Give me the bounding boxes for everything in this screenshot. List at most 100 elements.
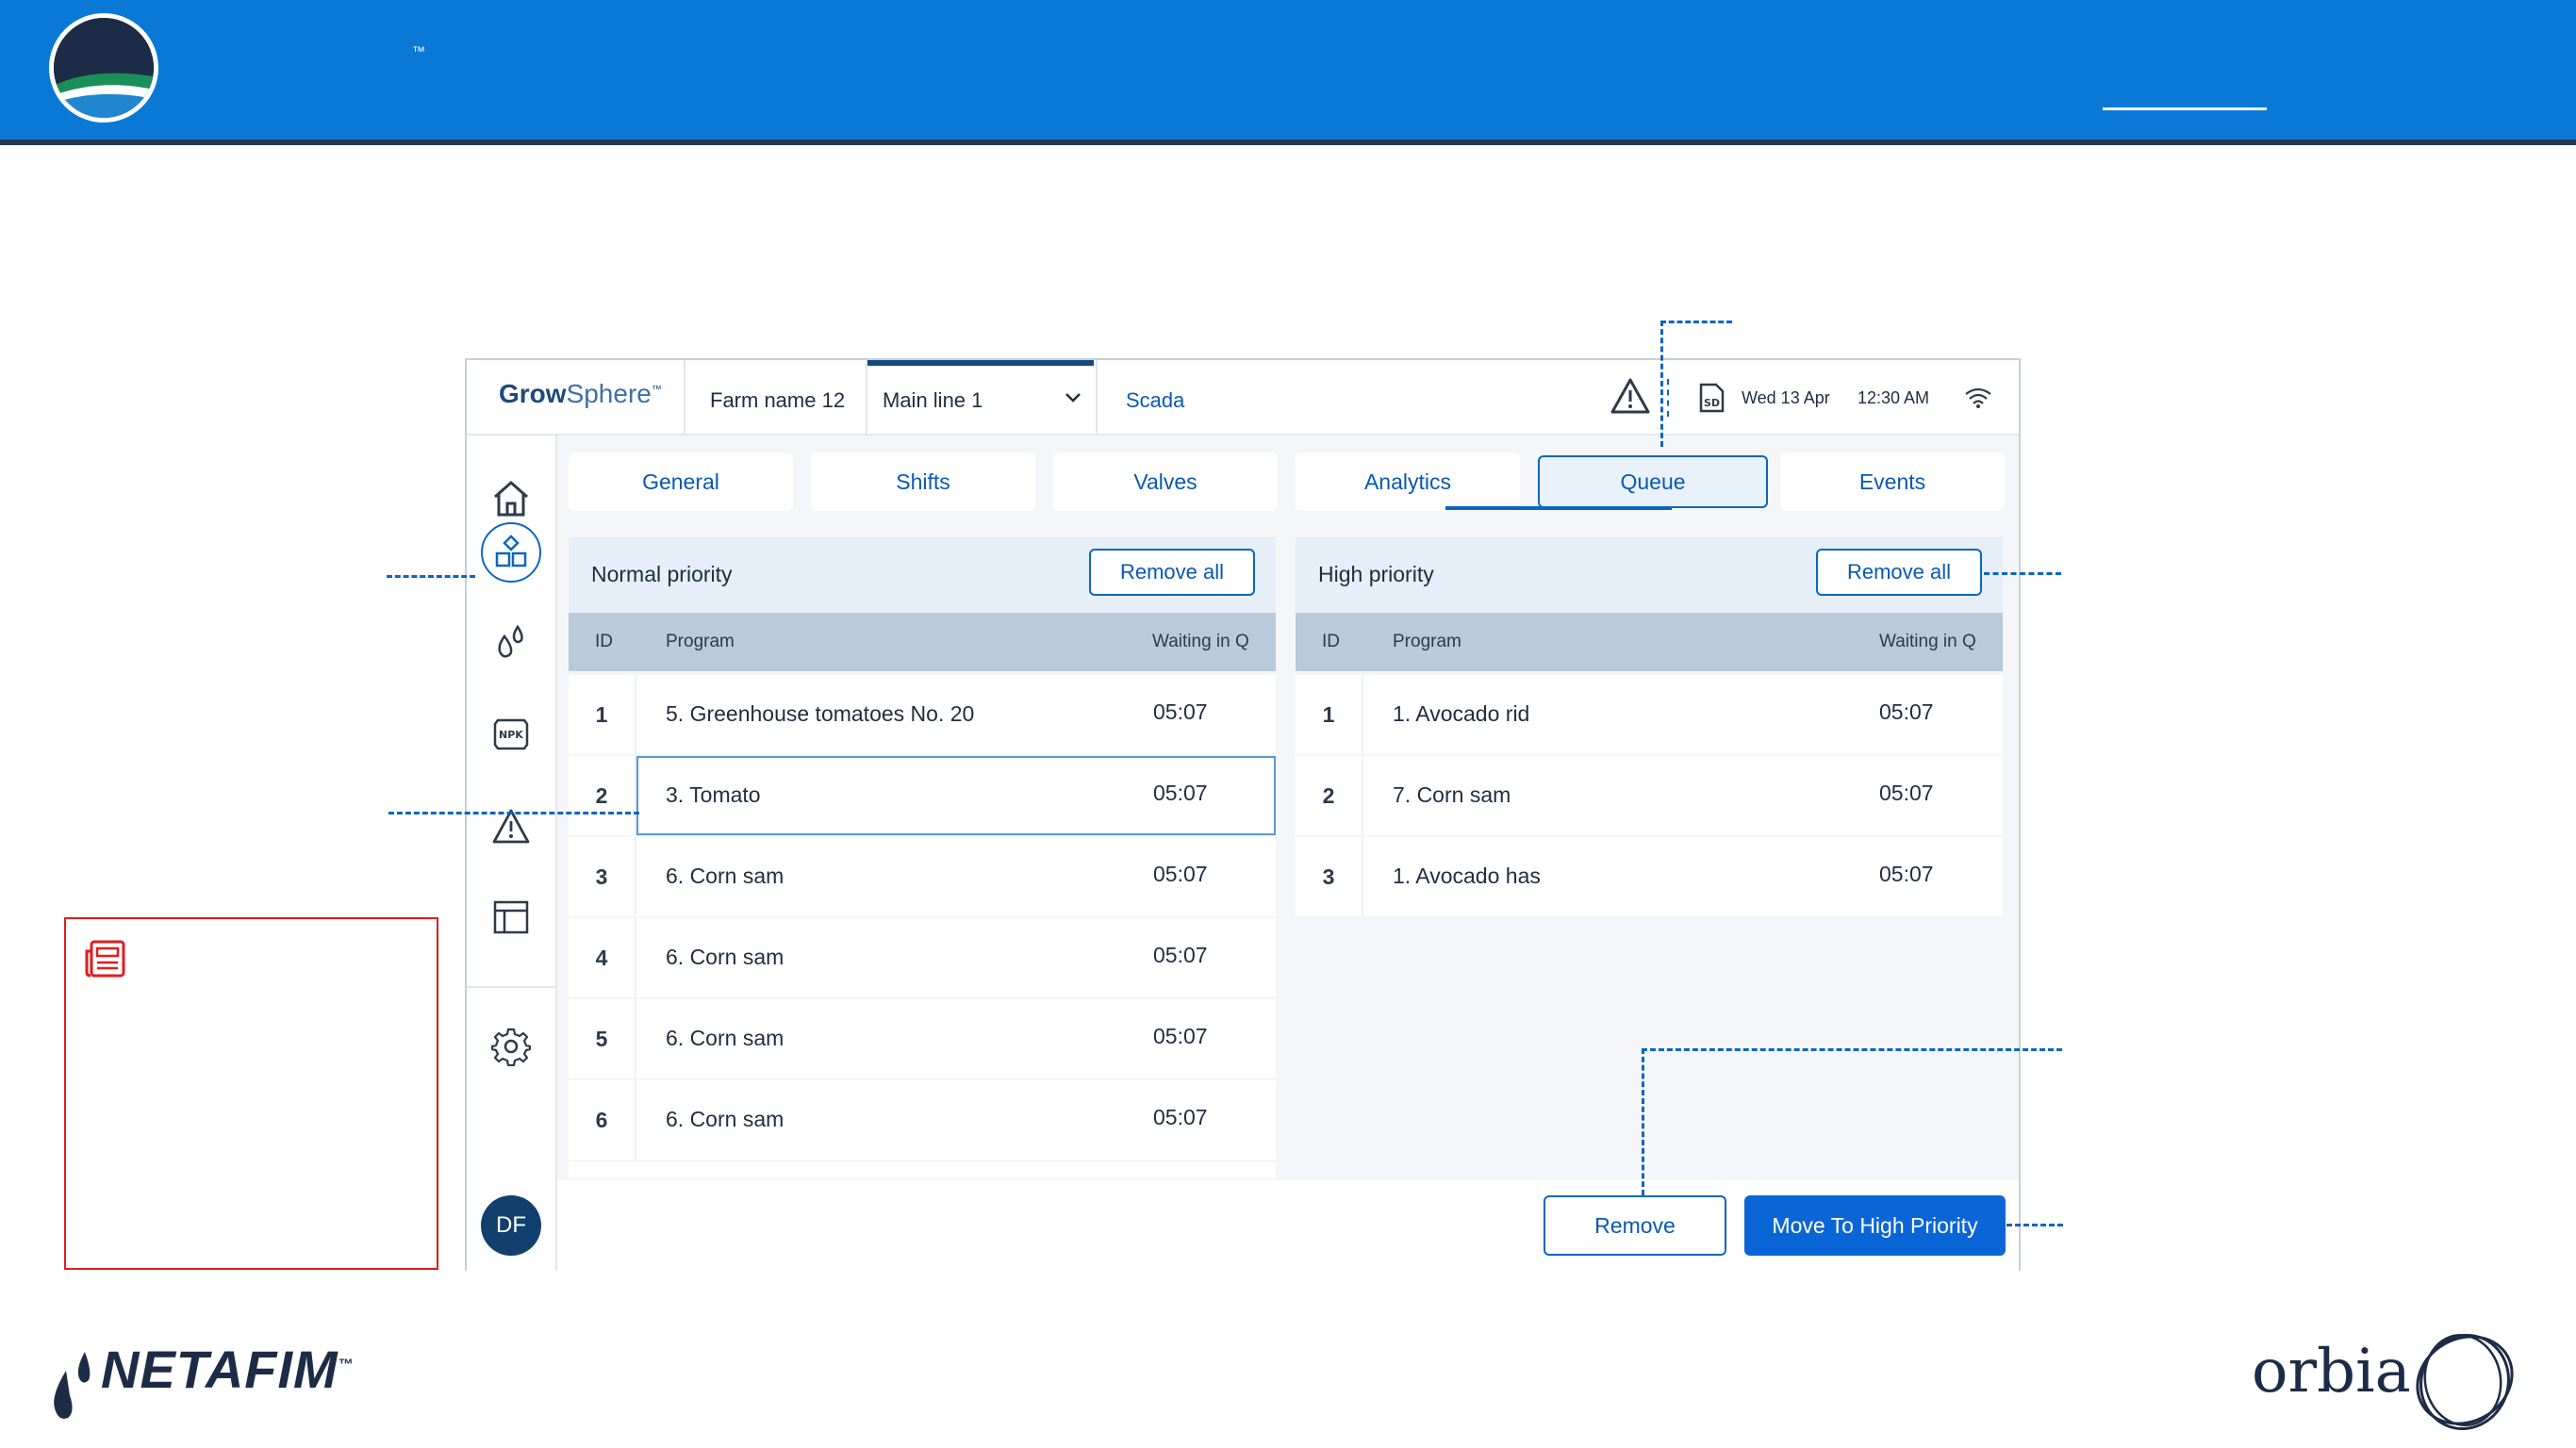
col-program: Program <box>1393 632 1461 651</box>
row-program: 3. Tomato <box>666 782 761 807</box>
queue-nav-icon[interactable] <box>481 522 541 583</box>
app-brand: GrowSphere™ <box>499 379 662 408</box>
sd-card-icon: SD <box>1697 383 1726 418</box>
move-to-high-priority-button[interactable]: Move To High Priority <box>1744 1195 2006 1256</box>
orbia-logo: orbia <box>2252 1337 2411 1407</box>
row-waiting: 05:07 <box>1879 699 1934 724</box>
warning-icon[interactable] <box>1610 377 1651 420</box>
row-id: 1 <box>1296 675 1363 754</box>
annotation-line <box>387 575 475 578</box>
annotation-line <box>1642 1048 2062 1051</box>
topbar-divider <box>684 360 685 434</box>
row-id: 4 <box>569 918 636 997</box>
row-program: 5. Greenhouse tomatoes No. 20 <box>666 701 975 726</box>
row-program: 6. Corn sam <box>666 864 784 888</box>
table-layout-icon[interactable] <box>486 892 537 943</box>
table-row[interactable]: 3 6. Corn sam 05:07 <box>569 837 1276 916</box>
tab-queue[interactable]: Queue <box>1538 455 1768 508</box>
col-id: ID <box>1322 632 1340 651</box>
table-row[interactable]: 1 1. Avocado rid 05:07 <box>1296 675 2003 754</box>
annotation-line <box>388 812 639 814</box>
normal-priority-header: Normal priority Remove all <box>569 537 1276 613</box>
svg-text:NPK: NPK <box>499 729 523 741</box>
normal-column-header: ID Program Waiting in Q <box>569 613 1276 671</box>
annotation-line <box>1660 321 1663 447</box>
main-line-indicator <box>867 360 1094 366</box>
settings-gear-icon[interactable] <box>486 1021 537 1072</box>
col-waiting: Waiting in Q <box>1152 632 1249 651</box>
normal-remove-all-button[interactable]: Remove all <box>1089 549 1255 596</box>
annotation-line <box>1642 1048 1644 1195</box>
high-priority-header: High priority Remove all <box>1296 537 2003 613</box>
table-row[interactable]: 3 1. Avocado has 05:07 <box>1296 837 2003 916</box>
annotation-line <box>1660 321 1732 323</box>
row-waiting: 05:07 <box>1153 781 1208 805</box>
tab-valves[interactable]: Valves <box>1053 452 1278 511</box>
npk-fertilizer-icon[interactable]: NPK <box>486 709 537 760</box>
row-waiting: 05:07 <box>1153 862 1208 886</box>
row-id: 3 <box>569 837 636 916</box>
alarm-warning-icon[interactable] <box>486 801 537 852</box>
current-time: 12:30 AM <box>1858 388 1930 407</box>
banner-divider <box>0 140 2576 145</box>
sidebar: NPK DF <box>467 436 557 1271</box>
main-line-select[interactable]: Main line 1 <box>883 388 983 413</box>
row-waiting: 05:07 <box>1153 1024 1208 1048</box>
chevron-down-icon[interactable] <box>1065 390 1082 408</box>
annotation-line <box>2006 1224 2063 1226</box>
app-topbar: GrowSphere™ Farm name 12 Main line 1 Sca… <box>467 360 2019 436</box>
note-box <box>64 917 438 1270</box>
high-column-header: ID Program Waiting in Q <box>1296 613 2003 671</box>
wifi-icon <box>1964 387 1992 414</box>
row-id: 5 <box>569 999 636 1078</box>
row-id: 3 <box>1296 837 1363 916</box>
table-row[interactable]: 5 6. Corn sam 05:07 <box>569 999 1276 1078</box>
high-remove-all-button[interactable]: Remove all <box>1816 549 1982 596</box>
queue-tab-underline <box>1445 506 1672 510</box>
tab-shifts[interactable]: Shifts <box>811 452 1035 511</box>
col-waiting: Waiting in Q <box>1879 632 1976 651</box>
row-id: 6 <box>569 1080 636 1160</box>
netafim-drop-icon <box>45 1350 98 1430</box>
table-row[interactable]: 4 6. Corn sam 05:07 <box>569 918 1276 997</box>
newspaper-note-icon <box>83 938 128 986</box>
tab-analytics[interactable]: Analytics <box>1296 452 1520 511</box>
topbar-divider <box>1096 360 1098 434</box>
normal-priority-title: Normal priority <box>591 562 733 586</box>
annotation-marker <box>1667 379 1669 417</box>
orbia-rings-icon <box>2408 1324 2521 1441</box>
netafim-logo: NETAFIM™ <box>101 1340 355 1399</box>
col-program: Program <box>666 632 735 651</box>
table-row[interactable]: 1 5. Greenhouse tomatoes No. 20 05:07 <box>569 675 1276 754</box>
annotation-line <box>1984 572 2061 575</box>
scada-link[interactable]: Scada <box>1126 388 1184 413</box>
table-row-selected[interactable]: 2 3. Tomato 05:07 <box>569 756 1276 835</box>
topbar-divider <box>866 360 867 434</box>
tab-events[interactable]: Events <box>1780 452 2005 511</box>
row-program: 6. Corn sam <box>666 945 784 969</box>
row-waiting: 05:07 <box>1153 943 1208 967</box>
app-window: GrowSphere™ Farm name 12 Main line 1 Sca… <box>465 358 2021 1271</box>
row-waiting: 05:07 <box>1153 699 1208 724</box>
trademark-symbol: ™ <box>412 43 425 58</box>
remove-button[interactable]: Remove <box>1544 1195 1726 1256</box>
user-avatar[interactable]: DF <box>481 1195 541 1256</box>
row-id: 2 <box>569 756 636 835</box>
row-program: 6. Corn sam <box>666 1026 784 1050</box>
row-program: 6. Corn sam <box>666 1107 784 1131</box>
table-row[interactable]: 2 7. Corn sam 05:07 <box>1296 756 2003 835</box>
farm-name[interactable]: Farm name 12 <box>710 388 845 413</box>
water-drops-icon[interactable] <box>486 617 537 667</box>
row-waiting: 05:07 <box>1879 862 1934 886</box>
home-icon[interactable] <box>486 473 537 524</box>
table-row[interactable]: 6 6. Corn sam 05:07 <box>569 1080 1276 1160</box>
tab-general[interactable]: General <box>569 452 793 511</box>
row-program: 1. Avocado rid <box>1393 701 1530 726</box>
row-program: 1. Avocado has <box>1393 864 1541 888</box>
svg-text:SD: SD <box>1704 397 1720 409</box>
banner-underline <box>2103 107 2267 110</box>
table-row-partial <box>569 1161 1276 1178</box>
row-waiting: 05:07 <box>1879 781 1934 805</box>
company-logo <box>49 13 158 123</box>
high-priority-title: High priority <box>1318 562 1434 586</box>
